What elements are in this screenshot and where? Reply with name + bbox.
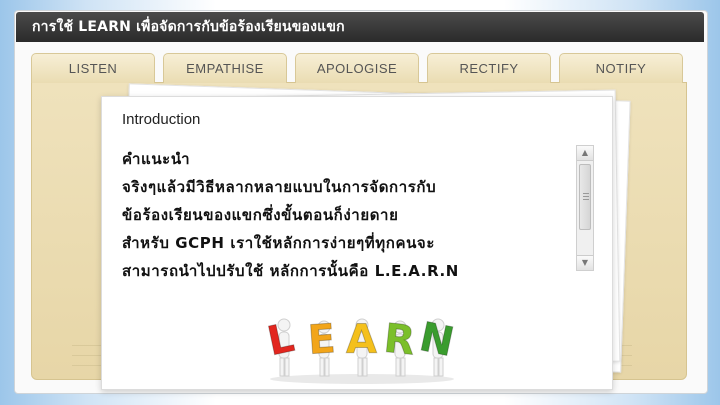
tab-listen[interactable]: LISTEN bbox=[31, 53, 155, 83]
panel-body-text: คำแนะนำ จริงๆแล้วมีวิธีหลากหลายแบบในการจ… bbox=[122, 145, 562, 285]
body-line: สามารถนำไปปรับใช้ หลักการนั้นคือ L.E.A.R… bbox=[122, 262, 459, 280]
window-title: การใช้ LEARN เพื่อจัดการกับข้อร้องเรียนข… bbox=[32, 19, 345, 35]
scroll-up-arrow-icon[interactable]: ▲ bbox=[577, 146, 593, 161]
content-panel: Introduction คำแนะนำ จริงๆแล้วมีวิธีหลาก… bbox=[101, 96, 613, 390]
vertical-scrollbar[interactable]: ▲ ▼ bbox=[576, 145, 594, 271]
tab-apologise[interactable]: APOLOGISE bbox=[295, 53, 419, 83]
tab-notify[interactable]: NOTIFY bbox=[559, 53, 683, 83]
letter-a: A bbox=[346, 317, 378, 364]
window-title-bar: การใช้ LEARN เพื่อจัดการกับข้อร้องเรียนข… bbox=[16, 12, 704, 42]
letter-e: E bbox=[306, 316, 337, 365]
letter-r: R bbox=[381, 315, 418, 365]
tab-rectify[interactable]: RECTIFY bbox=[427, 53, 551, 83]
tab-bar: LISTEN EMPATHISE APOLOGISE RECTIFY NOTIF… bbox=[31, 53, 687, 83]
body-line: คำแนะนำ bbox=[122, 150, 191, 168]
body-line: ข้อร้องเรียนของแขกซึ่งขั้นตอนก็ง่ายดาย bbox=[122, 206, 399, 224]
scroll-down-arrow-icon[interactable]: ▼ bbox=[577, 255, 593, 270]
learn-illustration: L E A R N bbox=[262, 307, 462, 385]
body-line: จริงๆแล้วมีวิธีหลากหลายแบบในการจัดการกับ bbox=[122, 178, 437, 196]
tab-empathise[interactable]: EMPATHISE bbox=[163, 53, 287, 83]
body-line: สำหรับ GCPH เราใช้หลักการง่ายๆที่ทุกคนจะ bbox=[122, 234, 435, 252]
scrollbar-thumb[interactable] bbox=[579, 164, 591, 230]
panel-title: Introduction bbox=[122, 111, 201, 128]
